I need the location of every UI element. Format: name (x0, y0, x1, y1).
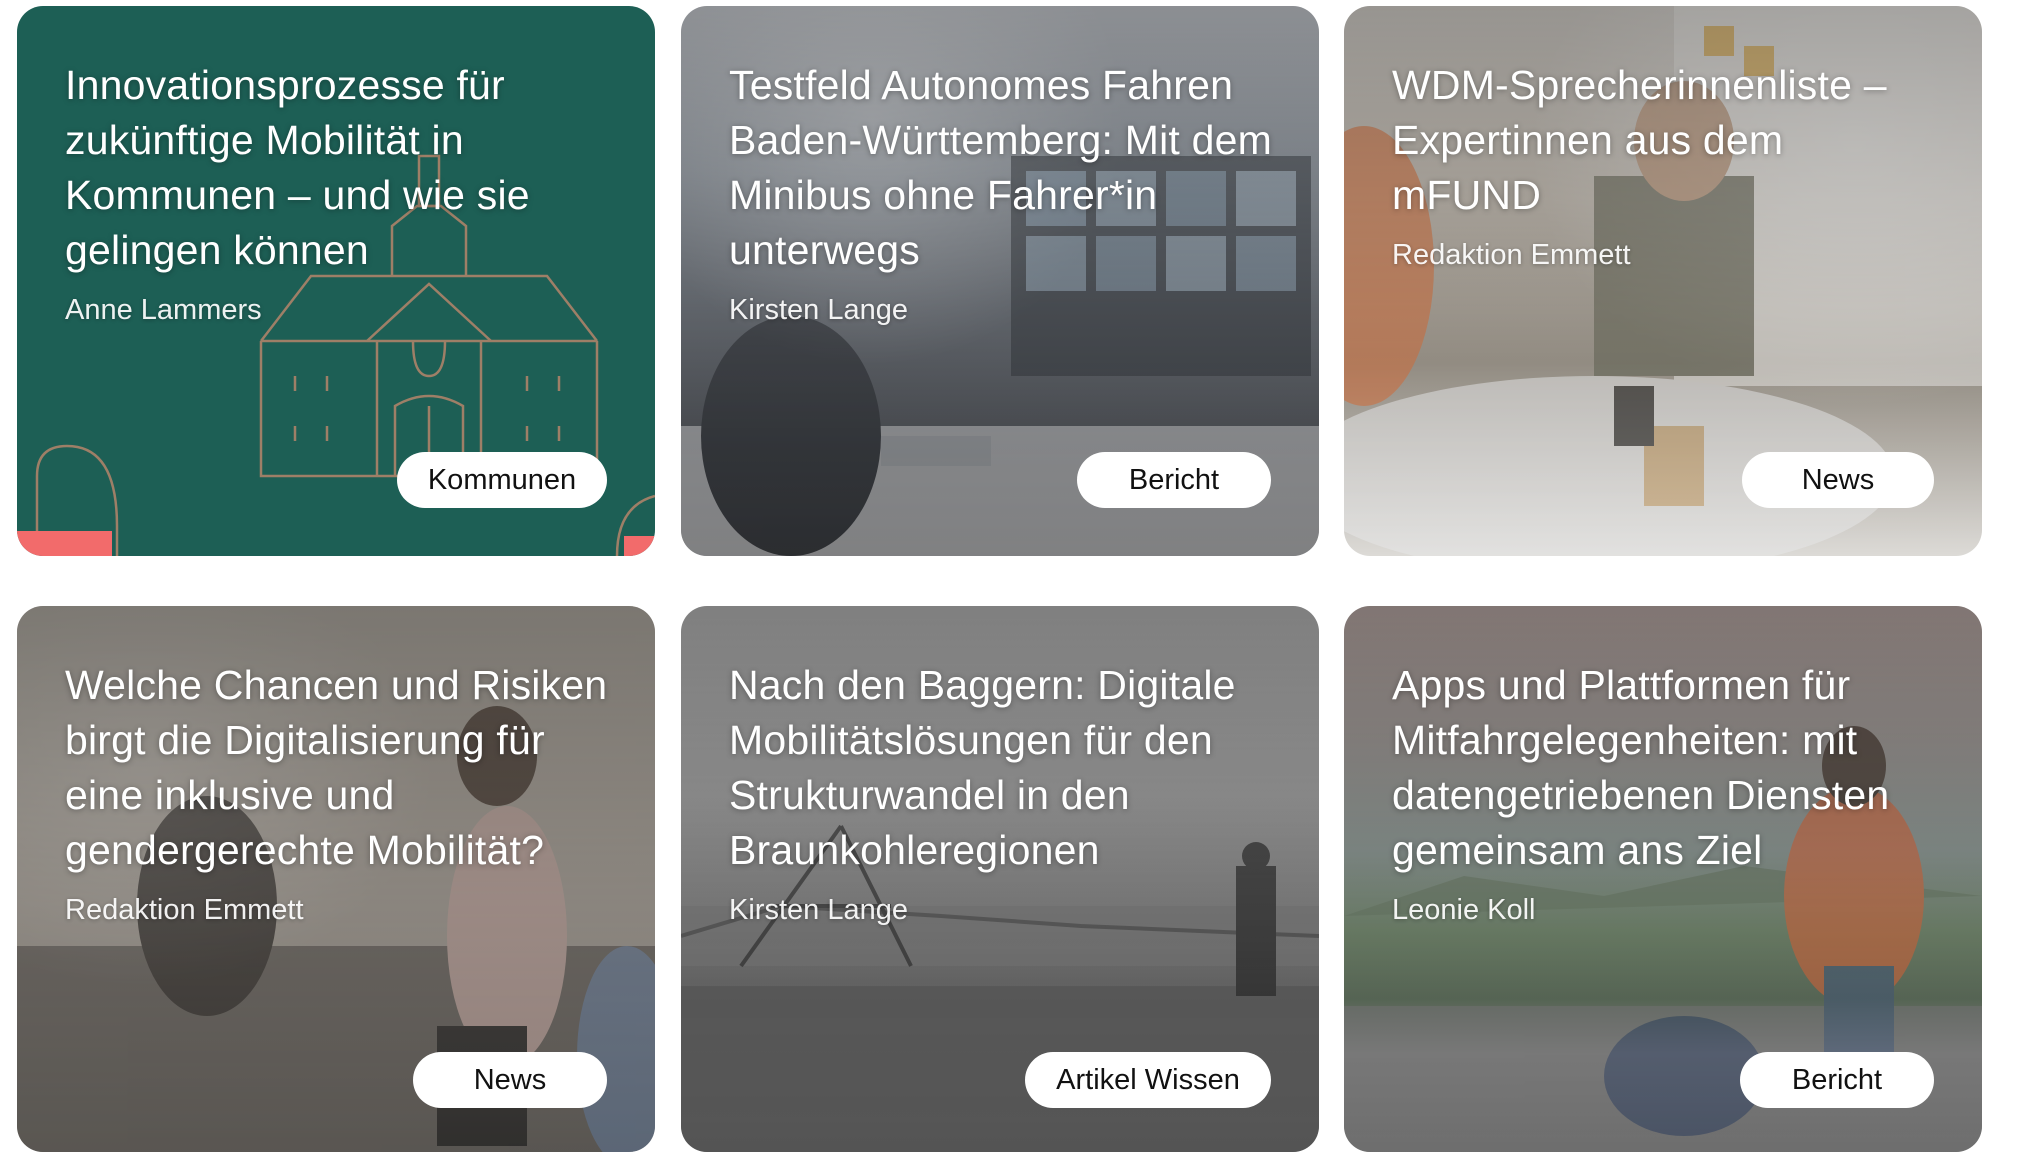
card-content: WDM-Sprecherinnenliste – Expertinnen aus… (1392, 58, 1942, 275)
article-card-apps-und-plattformen[interactable]: Apps und Plattformen für Mitfahrgelegenh… (1344, 606, 1982, 1152)
card-content: Innovationsprozesse für zukünftige Mobil… (65, 58, 615, 330)
card-content: Welche Chancen und Risiken birgt die Dig… (65, 658, 615, 930)
article-grid: Innovationsprozesse für zukünftige Mobil… (0, 0, 2018, 1152)
article-card-nach-den-baggern[interactable]: Nach den Baggern: Digitale Mobilitätslös… (681, 606, 1319, 1152)
card-title[interactable]: Apps und Plattformen für Mitfahrgelegenh… (1392, 658, 1942, 878)
card-author: Leonie Koll (1392, 894, 1536, 926)
category-tag[interactable]: Artikel Wissen (1025, 1052, 1271, 1108)
category-tag[interactable]: News (413, 1052, 607, 1108)
card-author: Kirsten Lange (729, 894, 908, 926)
article-card-innovationsprozesse[interactable]: Innovationsprozesse für zukünftige Mobil… (17, 6, 655, 556)
card-content: Nach den Baggern: Digitale Mobilitätslös… (729, 658, 1279, 930)
article-card-wdm-sprecherinnenliste[interactable]: WDM-Sprecherinnenliste – Expertinnen aus… (1344, 6, 1982, 556)
category-tag[interactable]: Kommunen (397, 452, 607, 508)
card-title[interactable]: Welche Chancen und Risiken birgt die Dig… (65, 658, 615, 878)
category-tag[interactable]: Bericht (1740, 1052, 1934, 1108)
card-title[interactable]: Nach den Baggern: Digitale Mobilitätslös… (729, 658, 1279, 878)
card-author: Anne Lammers (65, 294, 262, 326)
card-author: Redaktion Emmett (1392, 239, 1631, 271)
card-title[interactable]: WDM-Sprecherinnenliste – Expertinnen aus… (1392, 58, 1942, 223)
article-card-chancen-risiken[interactable]: Welche Chancen und Risiken birgt die Dig… (17, 606, 655, 1152)
card-content: Apps und Plattformen für Mitfahrgelegenh… (1392, 658, 1942, 930)
card-title[interactable]: Innovationsprozesse für zukünftige Mobil… (65, 58, 615, 278)
card-author: Redaktion Emmett (65, 894, 304, 926)
article-card-testfeld-autonomes-fahren[interactable]: Testfeld Autonomes Fahren Baden-Württemb… (681, 6, 1319, 556)
category-tag[interactable]: Bericht (1077, 452, 1271, 508)
card-content: Testfeld Autonomes Fahren Baden-Württemb… (729, 58, 1279, 330)
card-author: Kirsten Lange (729, 294, 908, 326)
category-tag[interactable]: News (1742, 452, 1934, 508)
card-title[interactable]: Testfeld Autonomes Fahren Baden-Württemb… (729, 58, 1279, 278)
